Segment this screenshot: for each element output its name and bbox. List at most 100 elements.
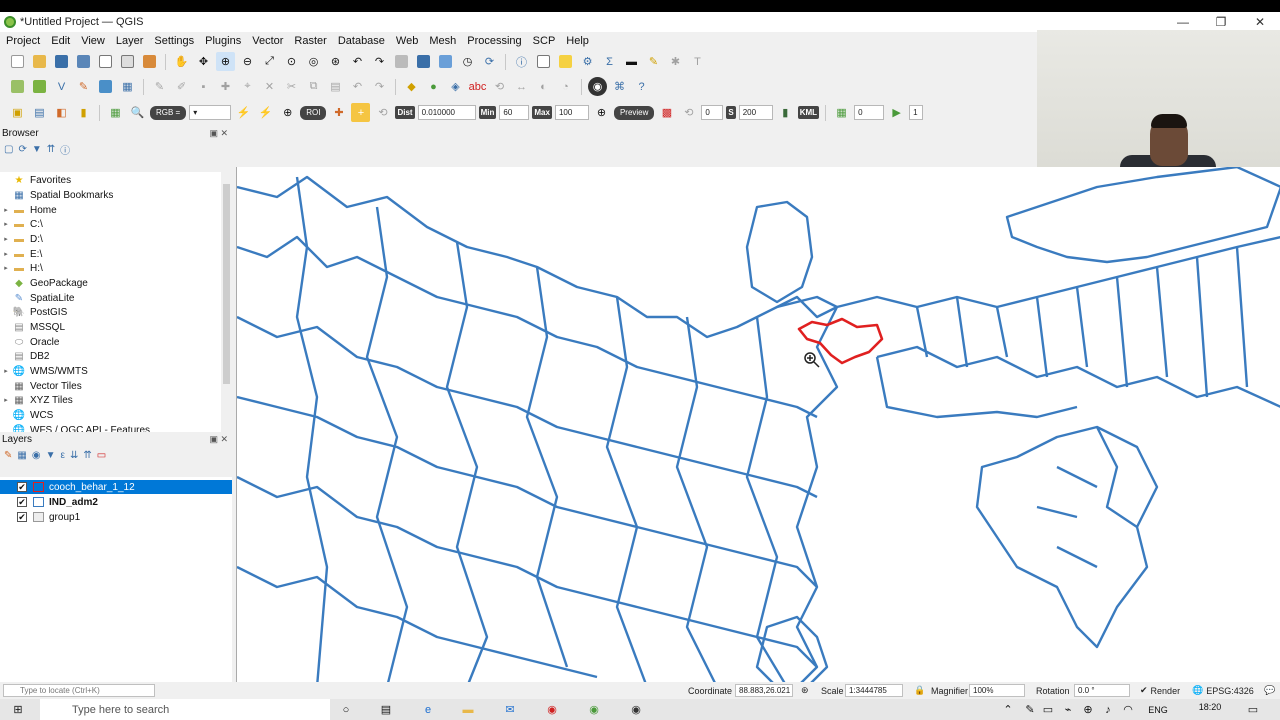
taskbar-search-input[interactable]: Type here to search xyxy=(40,699,330,720)
refresh-browser-icon[interactable]: ⟳ xyxy=(18,144,26,155)
tray-network-icon[interactable]: ⊕ xyxy=(1080,702,1096,717)
show-bookmarks-icon[interactable] xyxy=(436,52,455,71)
chrome-icon[interactable]: ◉ xyxy=(544,702,560,717)
close-button[interactable]: ✕ xyxy=(1241,12,1279,32)
cortana-icon[interactable]: ○ xyxy=(338,702,354,717)
scp-stretch2-icon[interactable]: ⚡ xyxy=(256,103,275,122)
save-as-icon[interactable] xyxy=(74,52,93,71)
current-edits-icon[interactable]: ✎ xyxy=(150,77,169,96)
browser-scrollbar[interactable] xyxy=(221,172,232,440)
menu-web[interactable]: Web xyxy=(392,35,425,47)
new-geopackage-icon[interactable] xyxy=(30,77,49,96)
preview-button[interactable]: Preview xyxy=(613,105,655,120)
coordinate-field[interactable]: 88.883,26.021 xyxy=(735,684,793,697)
browser-item-vector-tiles[interactable]: ▦ Vector Tiles xyxy=(0,379,81,393)
scp-dock-icon[interactable]: ▦ xyxy=(106,103,125,122)
layer-row-cooch-behar[interactable]: ✔ cooch_behar_1_12 xyxy=(0,480,232,494)
edge-icon[interactable]: e xyxy=(420,702,436,717)
min-field[interactable]: 60 xyxy=(499,105,530,120)
menu-database[interactable]: Database xyxy=(334,35,392,47)
statistics-icon[interactable]: Σ xyxy=(600,52,619,71)
cut-features-icon[interactable]: ✂ xyxy=(282,77,301,96)
messages-icon[interactable]: 💬 xyxy=(1264,684,1275,697)
browser-item-spatialite[interactable]: ✎ SpatiaLite xyxy=(0,291,75,305)
map-tips-icon[interactable]: ✎ xyxy=(644,52,663,71)
print-layout-icon[interactable] xyxy=(96,52,115,71)
rotate-label-icon[interactable]: ⟲ xyxy=(490,77,509,96)
scp-roi-tool-icon[interactable]: ✚ xyxy=(329,103,348,122)
layer-visibility-checkbox[interactable]: ✔ xyxy=(17,512,27,522)
select-features-icon[interactable] xyxy=(556,52,575,71)
redo-icon[interactable]: ↷ xyxy=(370,77,389,96)
tray-usb-icon[interactable]: ⌁ xyxy=(1060,702,1076,717)
roi-button[interactable]: ROI xyxy=(300,105,327,120)
browser-item-favorites[interactable]: ★ Favorites xyxy=(0,173,72,187)
zoom-to-selection-icon[interactable]: ⊙ xyxy=(282,52,301,71)
zoom-in-icon[interactable]: ⊕ xyxy=(216,52,235,71)
pan-to-selection-icon[interactable]: ✥ xyxy=(194,52,213,71)
layout-manager-icon[interactable] xyxy=(118,52,137,71)
tray-pen-icon[interactable]: ✎ xyxy=(1022,702,1038,717)
paste-features-icon[interactable]: ▤ xyxy=(326,77,345,96)
add-layer-icon[interactable] xyxy=(96,77,115,96)
file-explorer-icon[interactable]: ▬ xyxy=(460,702,476,717)
attribute-table-icon[interactable] xyxy=(534,52,553,71)
style-manager-icon[interactable] xyxy=(140,52,159,71)
panel-close-icon[interactable]: ▣ ✕ xyxy=(209,434,228,445)
label-layer-icon[interactable]: ● xyxy=(424,77,443,96)
render-checkbox[interactable]: ✔ Render xyxy=(1140,684,1180,697)
language-indicator[interactable]: ENG xyxy=(1142,702,1174,717)
show-label-icon[interactable]: ◐ xyxy=(534,77,553,96)
lock-scale-icon[interactable]: 🔒 xyxy=(914,684,925,697)
style-layer-icon[interactable]: ✎ xyxy=(4,450,12,461)
zoom-full-icon[interactable]: ⤢ xyxy=(260,52,279,71)
data-source-manager-icon[interactable] xyxy=(8,77,27,96)
scp-calc-icon[interactable]: ▦ xyxy=(832,103,851,122)
undo-icon[interactable]: ↶ xyxy=(348,77,367,96)
zoom-out-icon[interactable]: ⊖ xyxy=(238,52,257,71)
browser-item-wcs[interactable]: 🌐 WCS xyxy=(0,408,54,422)
python-console-icon[interactable]: ⌘ xyxy=(610,77,629,96)
layer-visibility-checkbox[interactable]: ✔ xyxy=(17,482,27,492)
zoom-native-icon[interactable]: ⊛ xyxy=(326,52,345,71)
move-label-icon[interactable]: ↔ xyxy=(512,77,531,96)
minimize-button[interactable]: — xyxy=(1164,12,1202,32)
browser-item-oracle[interactable]: ⬭ Oracle xyxy=(0,335,60,349)
maximize-button[interactable]: ❐ xyxy=(1202,12,1240,32)
menu-help[interactable]: Help xyxy=(562,35,596,47)
notification-icon[interactable]: ▭ xyxy=(1245,702,1261,717)
annotation-icon[interactable]: ✱ xyxy=(666,52,685,71)
filter-expression-icon[interactable]: ε xyxy=(60,450,64,461)
map-canvas[interactable] xyxy=(236,167,1280,691)
browser-item-spatial-bookmarks[interactable]: ▦ Spatial Bookmarks xyxy=(0,188,113,202)
layer-row-ind-adm2[interactable]: ✔ IND_adm2 xyxy=(0,495,232,509)
tray-up-icon[interactable]: ⌃ xyxy=(1000,702,1016,717)
remove-layer-icon[interactable]: ▭ xyxy=(97,450,106,461)
open-project-icon[interactable] xyxy=(30,52,49,71)
collapse-all-icon[interactable]: ⇈ xyxy=(47,144,55,155)
b-field[interactable]: 0 xyxy=(854,105,885,120)
max-field[interactable]: 100 xyxy=(554,105,589,120)
recorder-icon[interactable]: ◉ xyxy=(628,702,644,717)
browser-item-geopackage[interactable]: ◆ GeoPackage xyxy=(0,276,88,290)
tray-wifi-icon[interactable]: ◠ xyxy=(1120,702,1136,717)
copy-features-icon[interactable]: ⧉ xyxy=(304,77,323,96)
scp-band-set-icon[interactable]: ▤ xyxy=(30,103,49,122)
browser-item-e-drive[interactable]: ▸ ▬ E:\ xyxy=(0,247,42,261)
expand-all-icon[interactable]: ⇊ xyxy=(70,450,78,461)
browser-item-home[interactable]: ▸ ▬ Home xyxy=(0,203,56,217)
filter-legend-icon[interactable]: ▼ xyxy=(46,450,56,461)
browser-item-h-drive[interactable]: ▸ ▬ H:\ xyxy=(0,261,43,275)
menu-layer[interactable]: Layer xyxy=(112,35,151,47)
text-annotation-icon[interactable]: T xyxy=(688,52,707,71)
scp-roi-zoom-icon[interactable]: ⊕ xyxy=(278,103,297,122)
tray-monitor-icon[interactable]: ▭ xyxy=(1040,702,1056,717)
scp-temp-icon[interactable]: ▮ xyxy=(776,103,795,122)
virtual-layer-icon[interactable]: ▦ xyxy=(118,77,137,96)
scp-redo-roi-icon[interactable]: ⟲ xyxy=(373,103,392,122)
scp-layer-icon[interactable]: ▮ xyxy=(74,103,93,122)
collapse-all-layers-icon[interactable]: ⇈ xyxy=(83,450,91,461)
scale-combo[interactable]: 1:3444785 xyxy=(845,684,903,697)
c-field[interactable]: 1 xyxy=(909,105,924,120)
zoom-to-layer-icon[interactable]: ◎ xyxy=(304,52,323,71)
